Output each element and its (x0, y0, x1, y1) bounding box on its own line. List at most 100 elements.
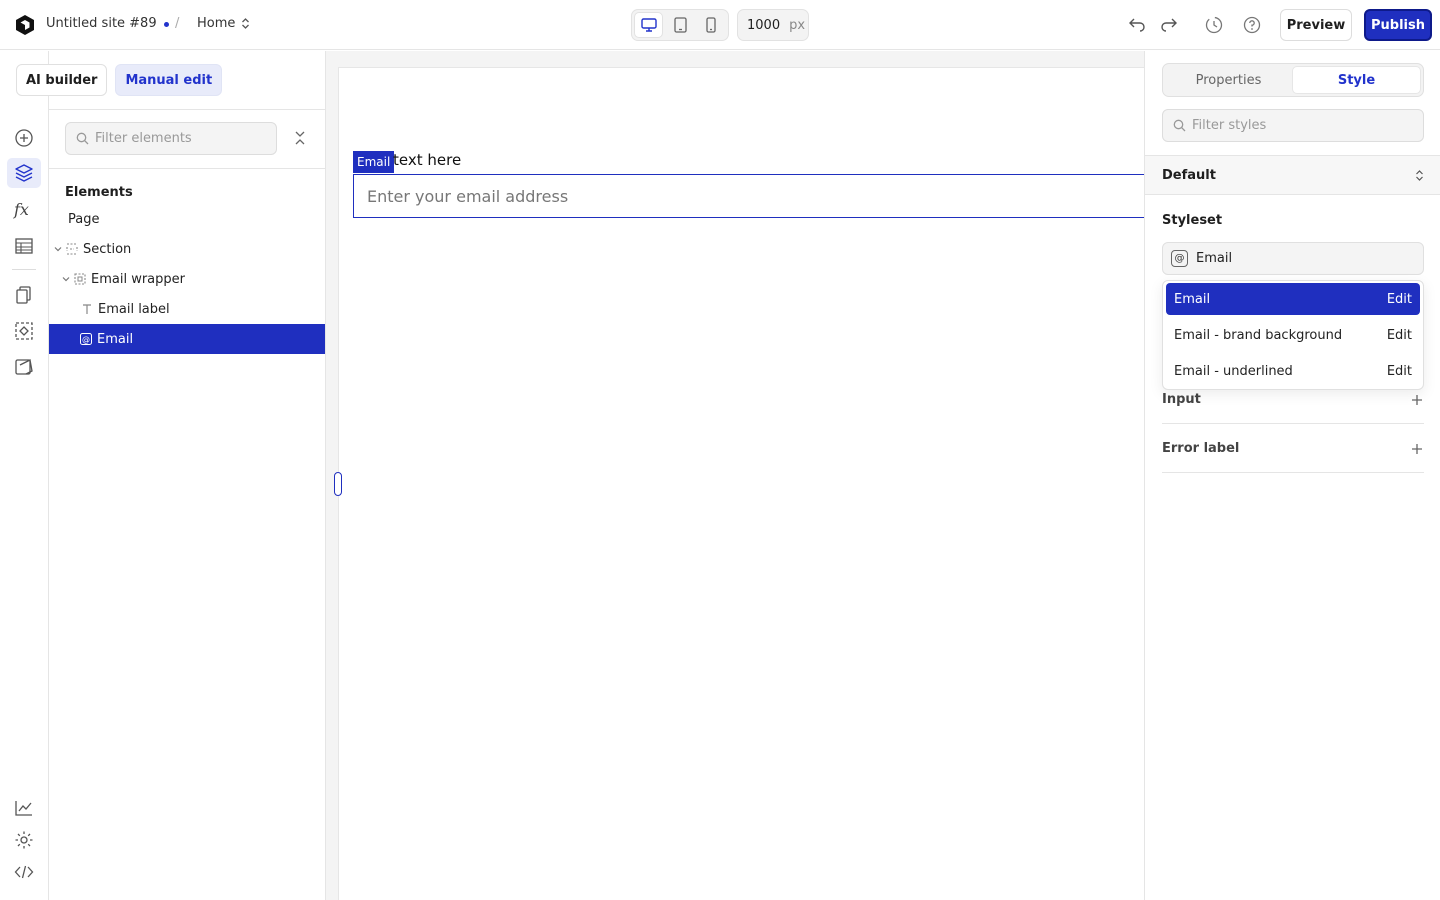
panel-divider (49, 109, 326, 110)
ai-builder-tab[interactable]: AI builder (16, 64, 108, 96)
chevron-updown-icon (1416, 169, 1423, 181)
publish-button[interactable]: Publish (1364, 9, 1432, 41)
plus-icon[interactable] (1410, 393, 1424, 407)
styleset-selected-value: Email (1196, 251, 1233, 266)
settings-gear-icon[interactable] (12, 828, 36, 852)
styleset-title: Styleset (1162, 213, 1223, 228)
panel-divider (49, 168, 326, 169)
tree-item-label: Email wrapper (91, 271, 185, 287)
tab-properties[interactable]: Properties (1165, 66, 1292, 94)
dropdown-option-label: Email (1174, 291, 1211, 307)
email-input[interactable]: Enter your email address (353, 174, 1144, 218)
selected-element-tag: Email (353, 151, 395, 173)
filter-styles-placeholder: Filter styles (1192, 118, 1267, 133)
tablet-view-button[interactable] (665, 12, 694, 38)
dropdown-option-label: Email - underlined (1174, 363, 1293, 379)
state-selector[interactable]: Default (1145, 156, 1440, 194)
pages-icon[interactable] (12, 283, 36, 307)
layers-icon[interactable] (7, 158, 41, 188)
tree-item-email-wrapper[interactable]: Email wrapper (49, 264, 325, 294)
site-name[interactable]: Untitled site #89 (46, 16, 157, 31)
styleset-select[interactable]: @ Email (1162, 242, 1424, 275)
svg-text:fx: fx (13, 200, 29, 219)
table-data-icon[interactable] (12, 234, 36, 258)
tree-item-label: Email (97, 331, 134, 347)
svg-text:@: @ (82, 335, 90, 344)
container-icon (74, 273, 86, 285)
mobile-view-button[interactable] (697, 12, 726, 38)
email-input-placeholder: Enter your email address (367, 186, 569, 206)
assets-icon[interactable] (12, 355, 36, 379)
panel-divider (1145, 194, 1440, 195)
section-icon (66, 243, 78, 255)
edit-link[interactable]: Edit (1387, 292, 1412, 307)
search-icon (76, 132, 89, 145)
state-label: Default (1162, 167, 1216, 183)
code-icon[interactable] (12, 860, 36, 884)
help-icon[interactable] (1242, 15, 1262, 35)
components-icon[interactable] (12, 319, 36, 343)
edit-link[interactable]: Edit (1387, 328, 1412, 343)
styleset-dropdown: Email Edit Email - brand background Edit… (1162, 280, 1424, 390)
canvas: Email text here Enter your email address (326, 51, 1144, 900)
formula-icon[interactable]: fx (12, 198, 36, 222)
canvas-width-value: 1000 (747, 17, 781, 33)
text-icon (83, 304, 91, 314)
email-styleset-icon: @ (1171, 250, 1188, 267)
section-input-label: Input (1162, 392, 1201, 407)
breadcrumb-separator: / (175, 16, 180, 31)
add-element-icon[interactable] (12, 126, 36, 150)
dropdown-option-label: Email - brand background (1174, 327, 1343, 343)
redo-icon[interactable] (1159, 15, 1179, 35)
dropdown-option-email[interactable]: Email Edit (1166, 283, 1420, 315)
mode-tabs: AI builder Manual edit (16, 64, 223, 96)
elements-panel: AI builder Manual edit Filter elements E… (16, 51, 326, 900)
chevron-down-icon[interactable] (61, 274, 71, 284)
history-icon[interactable] (1204, 15, 1224, 35)
mobile-icon (706, 17, 716, 33)
canvas-width-input[interactable]: 1000 px (737, 9, 809, 41)
panel-tabs: Properties Style (1162, 63, 1424, 97)
tree-item-label: Email label (98, 301, 170, 317)
style-panel: Properties Style Filter styles Default S… (1144, 51, 1440, 900)
email-label-text[interactable]: text here (393, 151, 461, 169)
filter-styles-input[interactable]: Filter styles (1162, 109, 1424, 142)
tree-item-email[interactable]: @ Email (49, 324, 325, 354)
chevron-down-icon[interactable] (53, 244, 63, 254)
device-switcher (631, 9, 729, 41)
plus-icon[interactable] (1410, 442, 1424, 456)
manual-edit-tab[interactable]: Manual edit (115, 64, 223, 96)
page-selector[interactable]: Home (197, 16, 250, 31)
tree-item-label: Page (68, 211, 100, 227)
filter-elements-placeholder: Filter elements (95, 131, 192, 146)
desktop-view-button[interactable] (634, 12, 664, 38)
section-error-label-label: Error label (1162, 441, 1240, 456)
tab-style[interactable]: Style (1292, 66, 1421, 94)
tree-item-section[interactable]: Section (49, 234, 325, 264)
edit-link[interactable]: Edit (1387, 364, 1412, 379)
collapse-all-icon[interactable] (292, 130, 308, 146)
tree-item-page[interactable]: Page (49, 204, 325, 234)
dropdown-option-email-brand-background[interactable]: Email - brand background Edit (1166, 319, 1420, 351)
analytics-icon[interactable] (12, 796, 36, 820)
app-logo-icon[interactable] (14, 14, 36, 36)
page-selector-label: Home (197, 16, 236, 31)
undo-icon[interactable] (1127, 15, 1147, 35)
left-rail: fx (0, 51, 49, 900)
top-bar: Untitled site #89 / Home 1000 px Preview… (0, 0, 1440, 50)
tablet-icon (673, 17, 687, 33)
tree-item-label: Section (83, 241, 132, 257)
preview-button[interactable]: Preview (1280, 9, 1352, 41)
rail-divider (12, 269, 36, 270)
filter-elements-input[interactable]: Filter elements (65, 122, 277, 155)
canvas-resize-handle[interactable] (334, 472, 342, 496)
unsaved-dot-icon (164, 22, 169, 27)
tree-item-email-label[interactable]: Email label (49, 294, 325, 324)
email-input-icon: @ (80, 333, 92, 345)
section-error-label[interactable]: Error label (1162, 425, 1424, 473)
desktop-icon (640, 18, 657, 32)
elements-title: Elements (65, 185, 133, 200)
dropdown-option-email-underlined[interactable]: Email - underlined Edit (1166, 355, 1420, 387)
chevron-updown-icon (242, 18, 250, 29)
canvas-width-unit: px (789, 17, 806, 33)
